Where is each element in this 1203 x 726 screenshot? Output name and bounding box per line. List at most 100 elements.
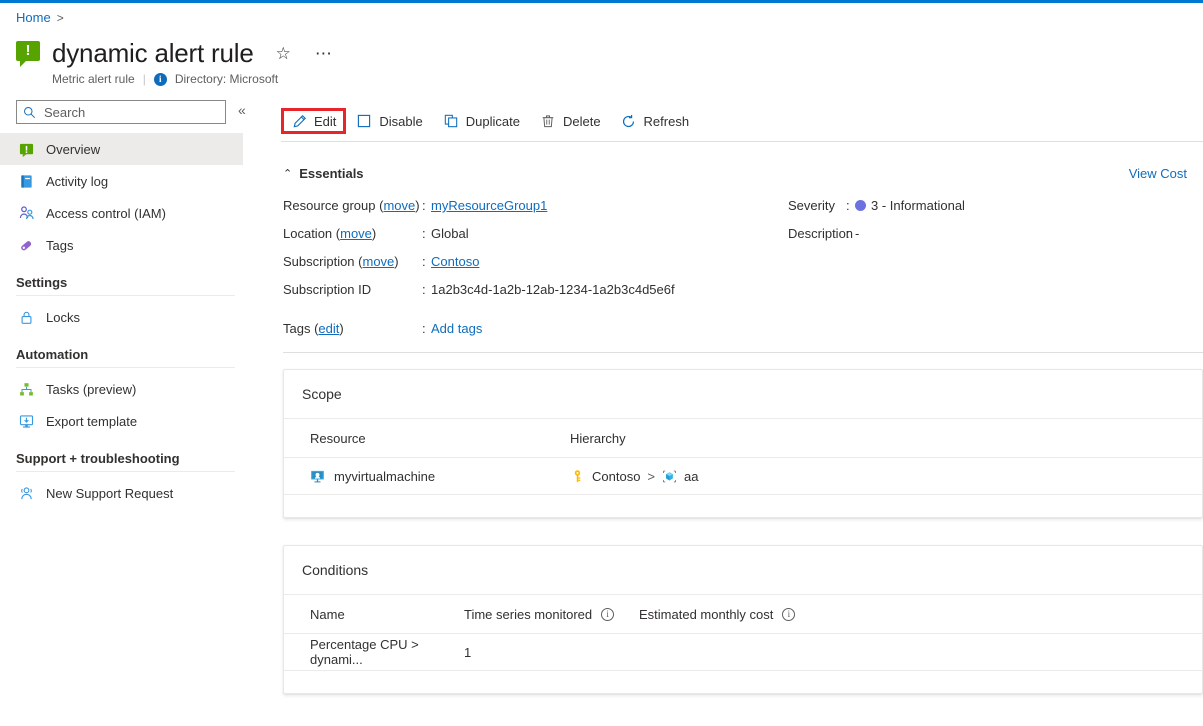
- essentials-row-severity: Severity : 3 - Informational: [788, 198, 1188, 226]
- ellipsis-icon[interactable]: ⋯: [315, 44, 333, 64]
- info-icon[interactable]: i: [601, 608, 614, 621]
- subtitle-divider: |: [143, 72, 146, 86]
- page-subtitle: Metric alert rule | i Directory: Microso…: [52, 72, 333, 86]
- disable-button[interactable]: Disable: [346, 108, 432, 134]
- resource-group-icon: [662, 469, 677, 484]
- chevron-double-left-icon[interactable]: «: [238, 102, 246, 118]
- hierarchy-group-label: aa: [684, 469, 698, 484]
- column-header-resource[interactable]: Resource: [284, 431, 554, 446]
- condition-name-cell: Percentage CPU > dynami...: [284, 637, 464, 667]
- column-header-hierarchy[interactable]: Hierarchy: [554, 431, 954, 446]
- move-link[interactable]: move: [340, 226, 372, 241]
- table-row[interactable]: myvirtualmachine Contoso > aa: [284, 457, 1202, 495]
- copy-icon: [443, 113, 459, 129]
- column-header-name[interactable]: Name: [284, 607, 464, 622]
- info-icon[interactable]: i: [782, 608, 795, 621]
- essentials-row-location: Location (move) : Global: [283, 226, 773, 254]
- essentials-label: Tags (edit): [283, 321, 422, 336]
- refresh-button[interactable]: Refresh: [611, 108, 700, 134]
- table-row[interactable]: Percentage CPU > dynami... 1: [284, 633, 1202, 671]
- location-value: Global: [431, 226, 469, 241]
- sidebar-item-label: Export template: [46, 414, 137, 429]
- scope-resource-cell: myvirtualmachine: [284, 469, 554, 484]
- info-icon: i: [154, 73, 167, 86]
- activity-log-icon: [18, 173, 35, 190]
- column-header-estimated-monthly-cost[interactable]: Estimated monthly cost i: [639, 607, 939, 622]
- colon: :: [846, 198, 855, 213]
- description-value: -: [855, 226, 859, 241]
- sidebar-item-label: Tags: [46, 238, 73, 253]
- edit-tags-link[interactable]: edit: [318, 321, 339, 336]
- hierarchy-subscription-label: Contoso: [592, 469, 640, 484]
- lock-icon: [18, 309, 35, 326]
- colon: :: [422, 321, 431, 336]
- metric-alert-rule-icon: !: [16, 41, 42, 67]
- toolbar-divider: [281, 141, 1203, 142]
- sidebar-item-locks[interactable]: Locks: [0, 301, 243, 333]
- conditions-card: Conditions Name Time series monitored i …: [283, 545, 1203, 694]
- conditions-table: Name Time series monitored i Estimated m…: [284, 595, 1202, 671]
- essentials-row-subscription-id: Subscription ID : 1a2b3c4d-1a2b-12ab-123…: [283, 282, 773, 310]
- sidebar-item-activity-log[interactable]: Activity log: [0, 165, 243, 197]
- command-label: Edit: [314, 114, 336, 129]
- move-link[interactable]: move: [363, 254, 395, 269]
- essentials-heading: Essentials: [299, 166, 363, 181]
- search-input[interactable]: [42, 104, 219, 121]
- view-cost-link[interactable]: View Cost: [1129, 166, 1187, 181]
- subscription-link[interactable]: Contoso: [431, 254, 479, 269]
- azure-portal-page: Home > ! dynamic alert rule ☆ ⋯ Metric a…: [0, 0, 1203, 726]
- essentials-label: Resource group (move): [283, 198, 422, 213]
- search-icon: [23, 106, 36, 119]
- sidebar-item-new-support-request[interactable]: New Support Request: [0, 477, 243, 509]
- tags-icon: [18, 237, 35, 254]
- chevron-right-icon: >: [647, 469, 655, 484]
- sidebar-item-label: Overview: [46, 142, 100, 157]
- chevron-up-icon: ⌃: [283, 167, 292, 180]
- sidebar-item-tasks[interactable]: Tasks (preview): [0, 373, 243, 405]
- checkbox-empty-icon: [356, 113, 372, 129]
- colon: :: [422, 226, 431, 241]
- star-icon[interactable]: ☆: [276, 44, 291, 64]
- scope-resource-name: myvirtualmachine: [334, 469, 435, 484]
- scope-title: Scope: [284, 370, 1202, 402]
- column-header-time-series-monitored[interactable]: Time series monitored i: [464, 607, 639, 622]
- sidebar-group-title: Settings: [0, 275, 243, 290]
- breadcrumb-item-home[interactable]: Home: [16, 10, 51, 25]
- divider: [16, 367, 235, 368]
- search-box[interactable]: [16, 100, 226, 124]
- sidebar-item-overview[interactable]: Overview: [0, 133, 243, 165]
- duplicate-button[interactable]: Duplicate: [433, 108, 530, 134]
- delete-button[interactable]: Delete: [530, 108, 611, 134]
- support-request-icon: [18, 485, 35, 502]
- essentials-left-column: Resource group (move) : myResourceGroup1…: [283, 198, 773, 310]
- edit-button[interactable]: Edit: [281, 108, 346, 134]
- command-label: Disable: [379, 114, 422, 129]
- sidebar-item-export-template[interactable]: Export template: [0, 405, 243, 437]
- table-header-row: Name Time series monitored i Estimated m…: [284, 595, 1202, 633]
- metric-alert-rule-icon: [18, 141, 35, 158]
- sidebar-item-label: Tasks (preview): [46, 382, 136, 397]
- add-tags-link[interactable]: Add tags: [431, 321, 482, 336]
- access-control-icon: [18, 205, 35, 222]
- sidebar-item-label: Locks: [46, 310, 80, 325]
- essentials-row-tags: Tags (edit) : Add tags: [283, 321, 482, 336]
- condition-time-series-cell: 1: [464, 645, 639, 660]
- sidebar-item-tags[interactable]: Tags: [0, 229, 243, 261]
- command-label: Duplicate: [466, 114, 520, 129]
- sidebar-group-settings: Settings Locks: [0, 275, 243, 333]
- virtual-machine-icon: [310, 469, 325, 484]
- sidebar-item-access-control[interactable]: Access control (IAM): [0, 197, 243, 229]
- sidebar-item-label: New Support Request: [46, 486, 173, 501]
- resource-type-label: Metric alert rule: [52, 72, 135, 86]
- resource-group-link[interactable]: myResourceGroup1: [431, 198, 547, 213]
- sidebar-group-title: Support + troubleshooting: [0, 451, 243, 466]
- sidebar-group-automation: Automation Tasks (preview) Export templa…: [0, 347, 243, 437]
- table-header-row: Resource Hierarchy: [284, 419, 1202, 457]
- tasks-icon: [18, 381, 35, 398]
- essentials-toggle[interactable]: ⌃ Essentials: [283, 166, 364, 181]
- move-link[interactable]: move: [383, 198, 415, 213]
- sidebar-item-label: Access control (IAM): [46, 206, 166, 221]
- colon: :: [422, 282, 431, 297]
- essentials-row-description: Description : -: [788, 226, 1188, 254]
- colon: :: [846, 226, 855, 241]
